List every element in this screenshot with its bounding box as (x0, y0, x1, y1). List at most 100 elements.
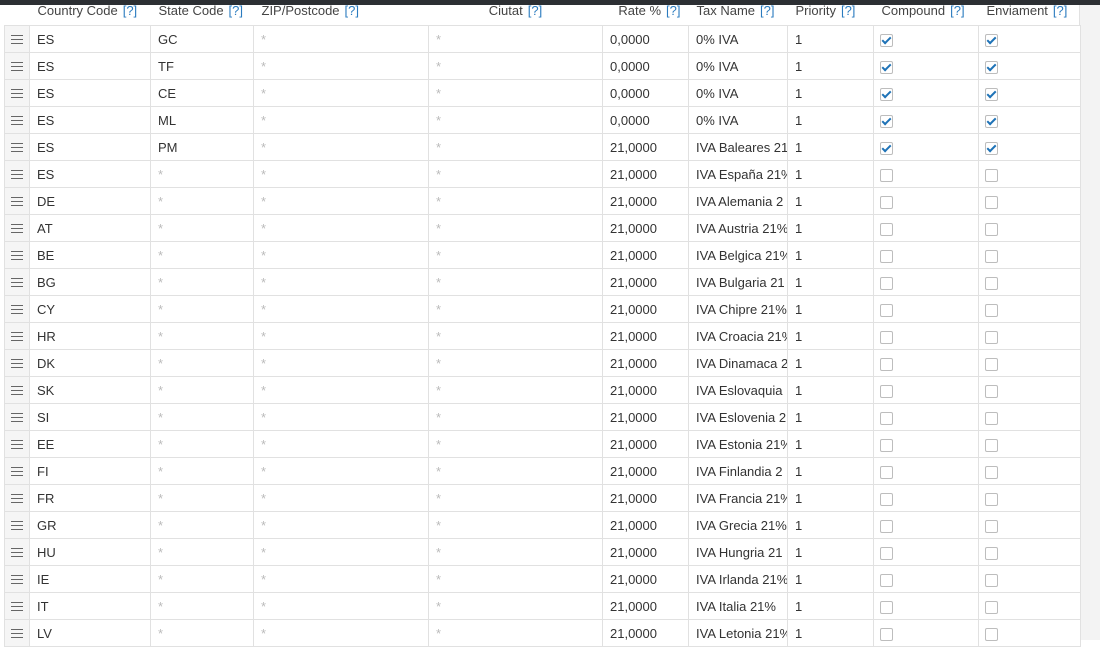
cell-city[interactable]: * (428, 457, 603, 485)
cell-priority[interactable]: 1 (787, 565, 874, 593)
cell-zip[interactable]: * (253, 565, 429, 593)
row-drag-handle[interactable] (4, 106, 30, 134)
cell-country-code[interactable]: DE (29, 187, 151, 215)
cell-zip[interactable]: * (253, 430, 429, 458)
compound-checkbox[interactable] (880, 573, 893, 587)
cell-priority[interactable]: 1 (787, 79, 874, 107)
cell-state-code[interactable]: * (150, 295, 254, 323)
row-drag-handle[interactable] (4, 52, 30, 80)
cell-tax-name[interactable]: IVA Baleares 21 (688, 133, 788, 161)
cell-tax-name[interactable]: 0% IVA (688, 25, 788, 53)
cell-zip[interactable]: * (253, 214, 429, 242)
cell-rate[interactable]: 21,0000 (602, 214, 689, 242)
cell-state-code[interactable]: * (150, 214, 254, 242)
cell-zip[interactable]: * (253, 484, 429, 512)
shipping-checkbox[interactable] (985, 168, 998, 182)
row-drag-handle[interactable] (4, 403, 30, 431)
row-drag-handle[interactable] (4, 25, 30, 53)
shipping-checkbox[interactable] (985, 195, 998, 209)
shipping-checkbox[interactable] (985, 114, 998, 128)
cell-priority[interactable]: 1 (787, 241, 874, 269)
cell-priority[interactable]: 1 (787, 160, 874, 188)
cell-priority[interactable]: 1 (787, 403, 874, 431)
cell-rate[interactable]: 21,0000 (602, 187, 689, 215)
cell-priority[interactable]: 1 (787, 457, 874, 485)
help-link-city[interactable]: [?] (528, 5, 542, 18)
cell-zip[interactable]: * (253, 403, 429, 431)
cell-tax-name[interactable]: IVA Chipre 21% (688, 295, 788, 323)
cell-priority[interactable]: 1 (787, 322, 874, 350)
cell-city[interactable]: * (428, 25, 603, 53)
cell-zip[interactable]: * (253, 133, 429, 161)
cell-country-code[interactable]: FI (29, 457, 151, 485)
cell-country-code[interactable]: IT (29, 592, 151, 620)
cell-state-code[interactable]: * (150, 538, 254, 566)
cell-priority[interactable]: 1 (787, 52, 874, 80)
cell-zip[interactable]: * (253, 25, 429, 53)
cell-state-code[interactable]: * (150, 619, 254, 647)
cell-tax-name[interactable]: IVA Letonia 21% (688, 619, 788, 647)
shipping-checkbox[interactable] (985, 60, 998, 74)
row-drag-handle[interactable] (4, 538, 30, 566)
cell-country-code[interactable]: ES (29, 106, 151, 134)
cell-zip[interactable]: * (253, 106, 429, 134)
cell-city[interactable]: * (428, 619, 603, 647)
shipping-checkbox[interactable] (985, 141, 998, 155)
shipping-checkbox[interactable] (985, 384, 998, 398)
cell-country-code[interactable]: AT (29, 214, 151, 242)
row-drag-handle[interactable] (4, 322, 30, 350)
row-drag-handle[interactable] (4, 187, 30, 215)
cell-rate[interactable]: 21,0000 (602, 376, 689, 404)
row-drag-handle[interactable] (4, 457, 30, 485)
row-drag-handle[interactable] (4, 133, 30, 161)
cell-zip[interactable]: * (253, 619, 429, 647)
compound-checkbox[interactable] (880, 303, 893, 317)
cell-state-code[interactable]: * (150, 403, 254, 431)
cell-rate[interactable]: 21,0000 (602, 430, 689, 458)
cell-country-code[interactable]: LV (29, 619, 151, 647)
cell-city[interactable]: * (428, 592, 603, 620)
row-drag-handle[interactable] (4, 484, 30, 512)
cell-rate[interactable]: 0,0000 (602, 52, 689, 80)
compound-checkbox[interactable] (880, 141, 893, 155)
cell-city[interactable]: * (428, 160, 603, 188)
cell-state-code[interactable]: * (150, 592, 254, 620)
cell-tax-name[interactable]: IVA Belgica 21% (688, 241, 788, 269)
cell-rate[interactable]: 21,0000 (602, 403, 689, 431)
cell-rate[interactable]: 21,0000 (602, 457, 689, 485)
shipping-checkbox[interactable] (985, 573, 998, 587)
cell-country-code[interactable]: GR (29, 511, 151, 539)
cell-priority[interactable]: 1 (787, 592, 874, 620)
shipping-checkbox[interactable] (985, 330, 998, 344)
cell-country-code[interactable]: ES (29, 79, 151, 107)
cell-state-code[interactable]: * (150, 322, 254, 350)
cell-city[interactable]: * (428, 403, 603, 431)
cell-zip[interactable]: * (253, 511, 429, 539)
cell-rate[interactable]: 21,0000 (602, 322, 689, 350)
compound-checkbox[interactable] (880, 60, 893, 74)
help-link-zip[interactable]: [?] (345, 5, 359, 18)
shipping-checkbox[interactable] (985, 33, 998, 47)
cell-priority[interactable]: 1 (787, 619, 874, 647)
cell-state-code[interactable]: * (150, 565, 254, 593)
cell-city[interactable]: * (428, 52, 603, 80)
cell-city[interactable]: * (428, 268, 603, 296)
shipping-checkbox[interactable] (985, 600, 998, 614)
row-drag-handle[interactable] (4, 511, 30, 539)
cell-rate[interactable]: 0,0000 (602, 79, 689, 107)
compound-checkbox[interactable] (880, 546, 893, 560)
compound-checkbox[interactable] (880, 438, 893, 452)
row-drag-handle[interactable] (4, 268, 30, 296)
compound-checkbox[interactable] (880, 87, 893, 101)
shipping-checkbox[interactable] (985, 492, 998, 506)
cell-priority[interactable]: 1 (787, 268, 874, 296)
cell-country-code[interactable]: DK (29, 349, 151, 377)
cell-rate[interactable]: 21,0000 (602, 295, 689, 323)
compound-checkbox[interactable] (880, 492, 893, 506)
compound-checkbox[interactable] (880, 357, 893, 371)
compound-checkbox[interactable] (880, 519, 893, 533)
cell-country-code[interactable]: SK (29, 376, 151, 404)
cell-priority[interactable]: 1 (787, 25, 874, 53)
cell-city[interactable]: * (428, 241, 603, 269)
shipping-checkbox[interactable] (985, 222, 998, 236)
